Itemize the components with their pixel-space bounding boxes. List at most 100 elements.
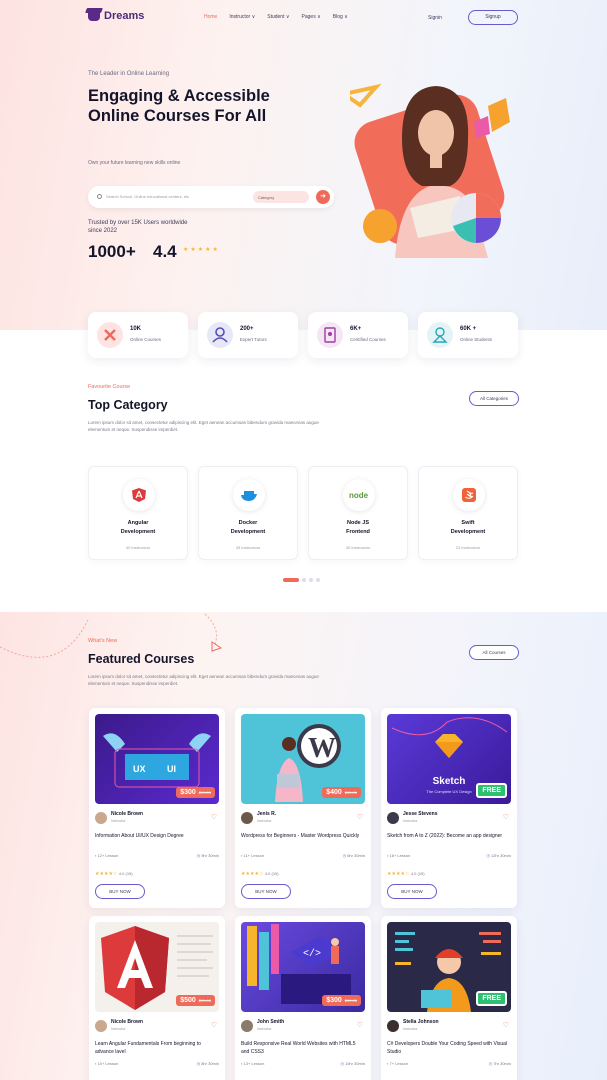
author-name[interactable]: Stella Johnson xyxy=(403,1019,439,1025)
category-count: 40 Instructors xyxy=(125,545,151,550)
course-card[interactable]: Sketch The Complete UX Design FREE Jesse… xyxy=(381,708,517,908)
course-title[interactable]: Learn Angular Fundamentals From beginnin… xyxy=(95,1040,215,1056)
stat-label: Online Courses xyxy=(130,337,162,342)
author-name[interactable]: Jesse Stevens xyxy=(403,811,437,817)
buy-now-button[interactable]: BUY NOW xyxy=(387,884,437,899)
stats-row: 10K Online Courses 200+ Expert Tutors 6K… xyxy=(88,312,520,358)
author-role: Instructor xyxy=(111,1027,126,1031)
heart-icon[interactable]: ♡ xyxy=(357,813,363,821)
heart-icon[interactable]: ♡ xyxy=(503,1021,509,1029)
course-title[interactable]: Information About UI/UX Design Degree xyxy=(95,832,215,840)
course-rating: ★★★★☆ 4.0 (15) xyxy=(241,871,279,877)
category-name: Docker Development xyxy=(230,520,266,535)
category-card[interactable]: Docker Development 45 Instructors xyxy=(198,466,298,560)
course-rating: ★★★★☆ 4.0 (15) xyxy=(387,871,425,877)
avatar xyxy=(387,1020,399,1032)
author-name[interactable]: Nicole Brown xyxy=(111,1019,143,1025)
category-count: 23 Instructors xyxy=(455,545,481,550)
nav-home[interactable]: Home xyxy=(204,14,217,20)
html-thumbnail: </> $300 $99.00 xyxy=(241,922,365,1012)
search-submit-button[interactable]: ➜ xyxy=(316,190,330,204)
course-title[interactable]: Sketch from A to Z (2022): Become an app… xyxy=(387,832,507,840)
author-name[interactable]: Jenis R. xyxy=(257,811,276,817)
stat-label: Expert Tutors xyxy=(240,337,267,342)
carousel-dot[interactable] xyxy=(309,578,313,582)
featured-section-label: What's New xyxy=(88,638,118,644)
category-count: 45 Instructors xyxy=(235,545,261,550)
nodejs-icon: node xyxy=(343,479,375,511)
category-name: Swift Development xyxy=(450,520,486,535)
course-card[interactable]: $500 $99.00 Nicole Brown Instructor ♡ Lea… xyxy=(89,916,225,1080)
category-count: 40 Instructors xyxy=(345,545,371,550)
logo[interactable]: Dreams xyxy=(88,10,144,22)
nav-pages[interactable]: Pages ∨ xyxy=(302,14,321,20)
nav-instructor[interactable]: Instructor ∨ xyxy=(229,14,255,20)
carousel-dot[interactable] xyxy=(302,578,306,582)
category-card[interactable]: Swift Development 23 Instructors xyxy=(418,466,518,560)
course-title[interactable]: Build Responsive Real World Websites wit… xyxy=(241,1040,361,1056)
svg-text:node: node xyxy=(349,491,369,500)
category-card[interactable]: node Node JS Frontend 40 Instructors xyxy=(308,466,408,560)
certificate-icon xyxy=(317,322,343,348)
category-section-desc: Lorem ipsum dolor sit amet, consectetur … xyxy=(88,420,319,432)
stat-card: 200+ Expert Tutors xyxy=(198,312,298,358)
buy-now-button[interactable]: BUY NOW xyxy=(241,884,291,899)
nav-student[interactable]: Student ∨ xyxy=(267,14,289,20)
signup-button[interactable]: Signup xyxy=(468,10,518,25)
course-card[interactable]: FREE Stella Johnson Instructor ♡ C# Deve… xyxy=(381,916,517,1080)
category-card[interactable]: Angular Development 40 Instructors xyxy=(88,466,188,560)
hero-headline: Engaging & Accessible Online Courses For… xyxy=(88,87,270,125)
swift-icon xyxy=(453,479,485,511)
free-badge: FREE xyxy=(476,991,507,1006)
stat-value: 200+ xyxy=(240,326,254,332)
course-title[interactable]: C# Developers Double Your Coding Speed w… xyxy=(387,1040,507,1056)
course-card[interactable]: W $400 $99.00 Jenis R. Instructor ♡ Wordp… xyxy=(235,708,371,908)
featured-section-desc: Lorem ipsum dolor sit amet, consectetur … xyxy=(88,674,319,686)
author-name[interactable]: John Smith xyxy=(257,1019,284,1025)
stat-card: 60K + Online Students xyxy=(418,312,518,358)
csharp-thumbnail: FREE xyxy=(387,922,511,1012)
angular-thumbnail: $500 $99.00 xyxy=(95,922,219,1012)
featured-section-title: Featured Courses xyxy=(88,652,195,666)
cube-decoration xyxy=(488,98,510,132)
carousel-dot[interactable] xyxy=(283,578,299,582)
wordpress-thumbnail: W $400 $99.00 xyxy=(241,714,365,804)
signin-link[interactable]: Signin xyxy=(428,15,442,21)
heart-icon[interactable]: ♡ xyxy=(357,1021,363,1029)
hero-stat-rating: 4.4 xyxy=(153,242,177,261)
uxui-thumbnail: UX UI $300 $99.00 xyxy=(95,714,219,804)
author-name[interactable]: Nicole Brown xyxy=(111,811,143,817)
course-meta: ▪ 13+ Lesson ◷ 10hr 30min xyxy=(241,1061,365,1066)
search-input[interactable]: Search School, Online educational center… xyxy=(106,194,189,199)
course-title[interactable]: Wordpress for Beginners - Master Wordpre… xyxy=(241,832,361,840)
stat-value: 6K+ xyxy=(350,326,362,332)
category-name: Node JS Frontend xyxy=(346,520,370,535)
course-card[interactable]: </> $300 $99.00 John Smith Instructor ♡ B… xyxy=(235,916,371,1080)
price-tag: $300 $99.00 xyxy=(176,787,215,798)
hero-stat-users: 1000+ xyxy=(88,242,136,261)
all-categories-button[interactable]: All Categories xyxy=(469,391,519,406)
heart-icon[interactable]: ♡ xyxy=(503,813,509,821)
course-meta: ▪ 11+ Lesson ◷ 6hr 30min xyxy=(241,853,365,858)
top-navbar: Dreams Home Instructor ∨ Student ∨ Pages… xyxy=(0,0,607,36)
heart-icon[interactable]: ♡ xyxy=(211,813,217,821)
svg-text:UX: UX xyxy=(133,764,146,774)
course-card[interactable]: UX UI $300 $99.00 Nicole Brown Instructor… xyxy=(89,708,225,908)
avatar xyxy=(387,812,399,824)
heart-icon[interactable]: ♡ xyxy=(211,1021,217,1029)
buy-now-button[interactable]: BUY NOW xyxy=(95,884,145,899)
all-courses-button[interactable]: All Courses xyxy=(469,645,519,660)
logo-text: Dreams xyxy=(104,10,145,22)
carousel-dot[interactable] xyxy=(316,578,320,582)
stat-value: 10K xyxy=(130,326,142,332)
sketch-thumbnail: Sketch The Complete UX Design FREE xyxy=(387,714,511,804)
category-section-title: Top Category xyxy=(88,398,168,412)
author-role: Instructor xyxy=(257,1027,272,1031)
stat-card: 6K+ Ceritified Courses xyxy=(308,312,408,358)
category-select[interactable]: Category xyxy=(253,191,309,203)
svg-text:W: W xyxy=(308,733,336,764)
nav-blog[interactable]: Blog ∨ xyxy=(333,14,348,20)
course-meta: ▪ 16+ Lesson ◷ 12hr 30min xyxy=(387,853,511,858)
rating-stars: ★★★★★ xyxy=(183,247,220,253)
avatar xyxy=(241,1020,253,1032)
